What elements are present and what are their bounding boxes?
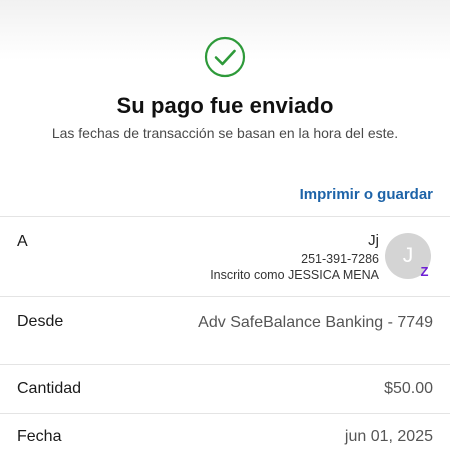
print-or-save-link[interactable]: Imprimir o guardar <box>300 186 433 203</box>
amount-value: $50.00 <box>384 380 433 397</box>
divider <box>0 216 450 217</box>
from-label: Desde <box>17 313 64 330</box>
recipient-enrolled-name: Inscrito como JESSICA MENA <box>210 268 379 282</box>
page-title: Su pago fue enviado <box>116 93 334 118</box>
to-label: A <box>17 233 28 250</box>
amount-label: Cantidad <box>17 380 82 397</box>
check-circle-icon <box>204 36 246 78</box>
recipient-name: Jj <box>368 232 379 249</box>
date-label: Fecha <box>17 428 62 445</box>
recipient-phone: 251-391-7286 <box>301 252 379 266</box>
avatar-initial: J <box>402 244 414 267</box>
page-subtitle: Las fechas de transacción se basan en la… <box>51 125 399 141</box>
zelle-badge-icon: Z <box>420 264 429 279</box>
from-account: Adv SafeBalance Banking - 7749 <box>198 314 433 331</box>
divider <box>0 296 450 297</box>
divider <box>0 413 450 414</box>
divider <box>0 364 450 365</box>
date-value: jun 01, 2025 <box>344 428 433 445</box>
payment-confirmation-screen: Su pago fue enviado Las fechas de transa… <box>0 0 450 460</box>
